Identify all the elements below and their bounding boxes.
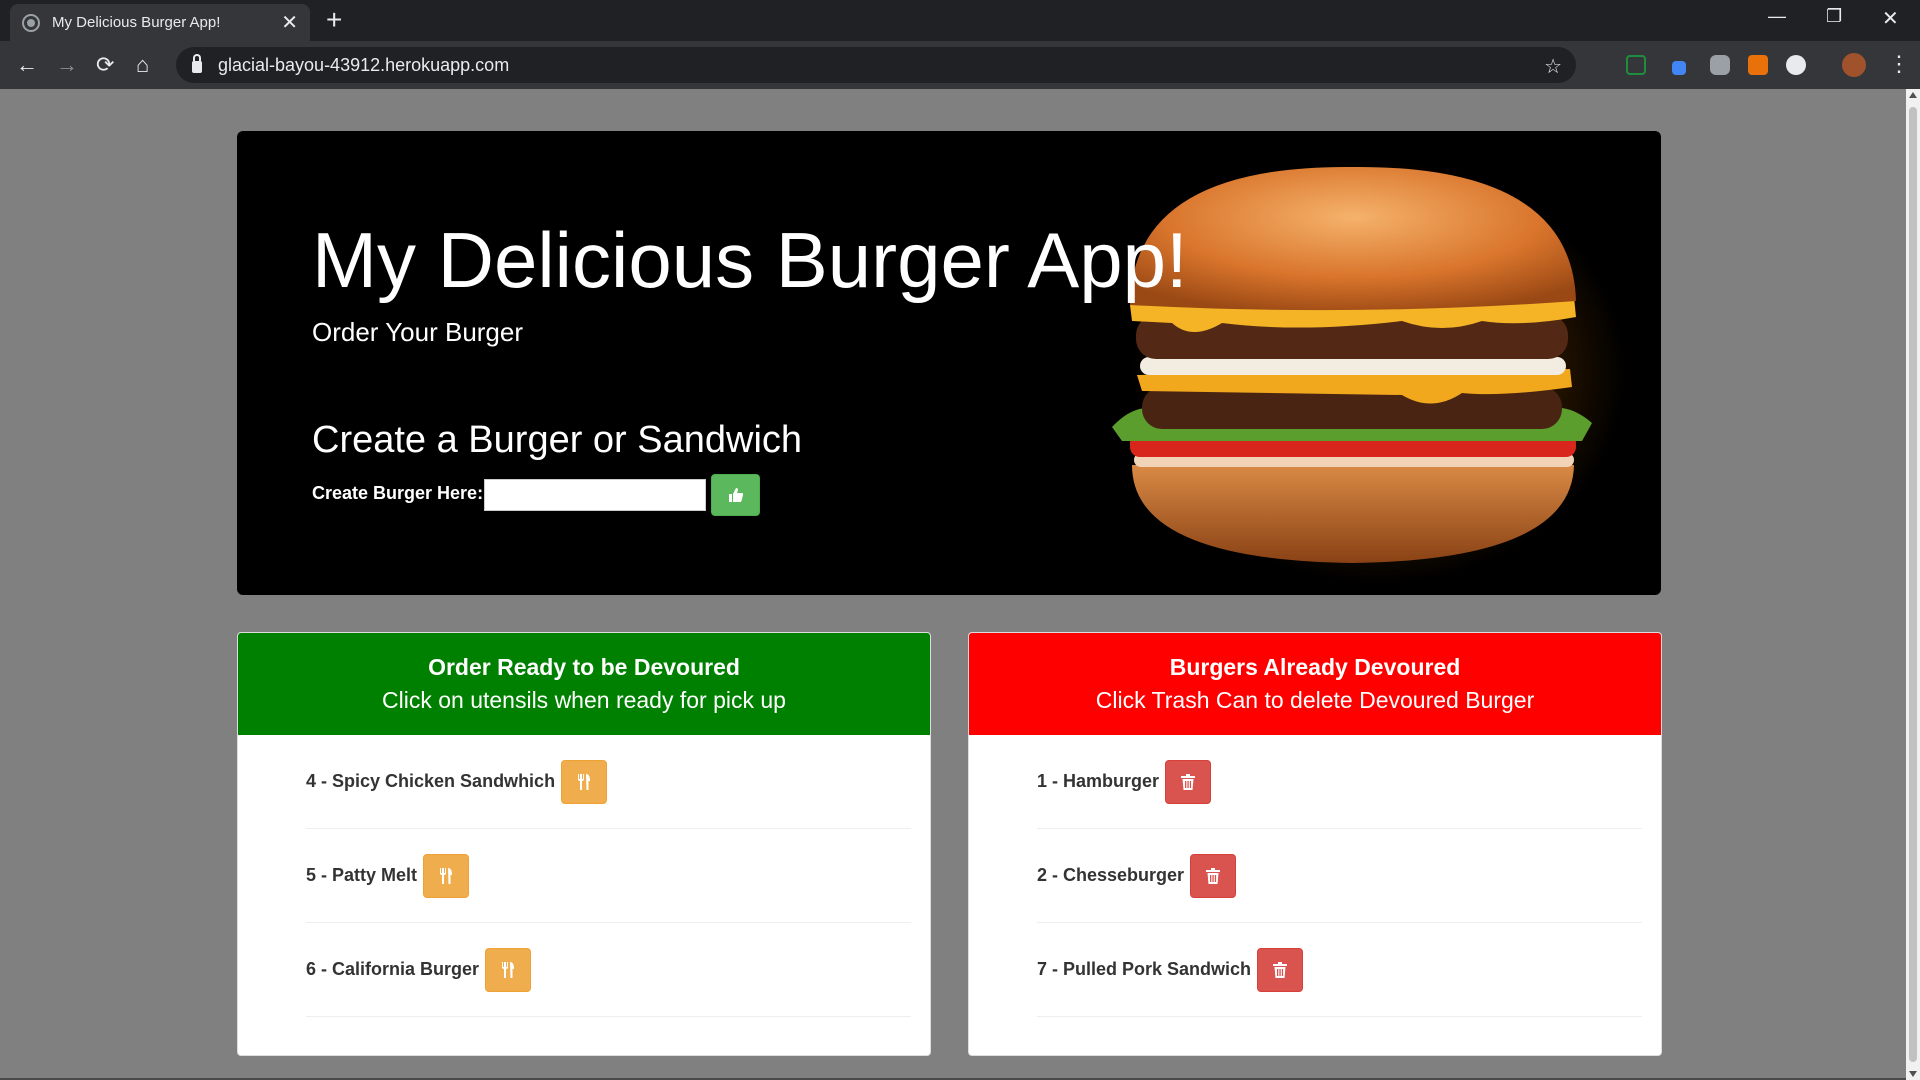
utensils-icon [502,961,515,978]
devoured-subtitle: Click Trash Can to delete Devoured Burge… [1095,687,1535,713]
trash-icon [1206,867,1221,884]
thumbs-up-icon [728,488,743,502]
back-icon[interactable]: ← [16,53,38,77]
burger-label: 2 - Chesseburger [1037,865,1185,885]
app-title: My Delicious Burger App! [312,216,1188,304]
extension-circle-icon[interactable] [1786,55,1806,75]
order-label: 5 - Patty Melt [306,865,418,885]
devour-button[interactable] [423,853,470,898]
address-bar[interactable]: glacial-bayou-43912.herokuapp.com ☆ [176,47,1576,83]
browser-tab[interactable]: My Delicious Burger App! ✕ [10,4,310,41]
ready-orders-list: 4 - Spicy Chicken Sandwhich 5 - Patty Me… [306,735,911,1017]
page-scrollbar[interactable] [1906,89,1920,1080]
bookmark-star-icon[interactable]: ☆ [1544,54,1562,79]
ready-orders-subtitle: Click on utensils when ready for pick up [382,687,786,713]
create-burger-label: Create Burger Here: [312,483,484,503]
delete-button[interactable] [1165,759,1212,804]
utensils-icon [440,867,453,884]
extension-screenshot-icon[interactable] [1626,55,1646,75]
extension-orange-icon[interactable] [1748,55,1768,75]
window-minimize-button[interactable]: — [1768,6,1786,27]
scrollbar-thumb[interactable] [1909,107,1917,1062]
create-burger-button[interactable] [711,474,760,516]
delete-button[interactable] [1190,853,1237,898]
devoured-title: Burgers Already Devoured [1169,654,1461,680]
trash-icon [1181,773,1196,790]
globe-icon [22,13,40,32]
tab-close-icon[interactable]: ✕ [281,13,298,33]
utensils-icon [578,773,591,790]
order-label: 4 - Spicy Chicken Sandwhich [306,771,556,791]
app-subtitle: Order Your Burger [312,317,524,347]
home-icon[interactable]: ⌂ [136,53,149,77]
window-close-button[interactable]: ✕ [1882,6,1899,31]
hero-banner: My Delicious Burger App! Order Your Burg… [237,131,1661,595]
list-item: 4 - Spicy Chicken Sandwhich [306,735,911,829]
list-item: 1 - Hamburger [1037,735,1642,829]
devour-button[interactable] [561,759,608,804]
trash-icon [1273,961,1288,978]
browser-toolbar: ← → ⟳ ⌂ glacial-bayou-43912.herokuapp.co… [0,41,1920,89]
devoured-panel: Burgers Already Devoured Click Trash Can… [968,632,1662,1056]
devoured-list: 1 - Hamburger 2 - Chesseburger 7 - Pulle… [1037,735,1642,1017]
order-label: 6 - California Burger [306,959,480,979]
list-item: 5 - Patty Melt [306,829,911,923]
forward-icon[interactable]: → [56,53,78,77]
ready-orders-header: Order Ready to be Devoured Click on uten… [238,633,930,735]
burger-label: 7 - Pulled Pork Sandwich [1037,959,1252,979]
create-heading: Create a Burger or Sandwich [312,419,803,461]
window-restore-button[interactable]: ❐ [1826,6,1842,27]
list-item: 6 - California Burger [306,923,911,1017]
delete-button[interactable] [1257,947,1304,992]
devoured-header: Burgers Already Devoured Click Trash Can… [969,633,1661,735]
list-item: 7 - Pulled Pork Sandwich [1037,923,1642,1017]
extension-shield-icon[interactable] [1710,55,1730,75]
browser-tab-bar: My Delicious Burger App! ✕ + — ❐ ✕ [0,0,1920,41]
lock-icon[interactable] [192,54,202,73]
ready-orders-panel: Order Ready to be Devoured Click on uten… [237,632,931,1056]
browser-menu-icon[interactable]: ⋮ [1888,51,1910,77]
scroll-up-arrow-icon[interactable] [1909,92,1917,98]
list-item: 2 - Chesseburger [1037,829,1642,923]
profile-avatar[interactable] [1842,53,1866,77]
new-tab-button[interactable]: + [326,6,342,34]
reload-icon[interactable]: ⟳ [96,53,114,77]
tab-title: My Delicious Burger App! [52,14,221,31]
extension-blue-icon[interactable] [1672,61,1686,75]
url-text[interactable]: glacial-bayou-43912.herokuapp.com [218,55,509,76]
scroll-down-arrow-icon[interactable] [1909,1071,1917,1077]
create-burger-input[interactable] [484,479,706,511]
burger-label: 1 - Hamburger [1037,771,1160,791]
ready-orders-title: Order Ready to be Devoured [428,654,740,680]
devour-button[interactable] [485,947,532,992]
